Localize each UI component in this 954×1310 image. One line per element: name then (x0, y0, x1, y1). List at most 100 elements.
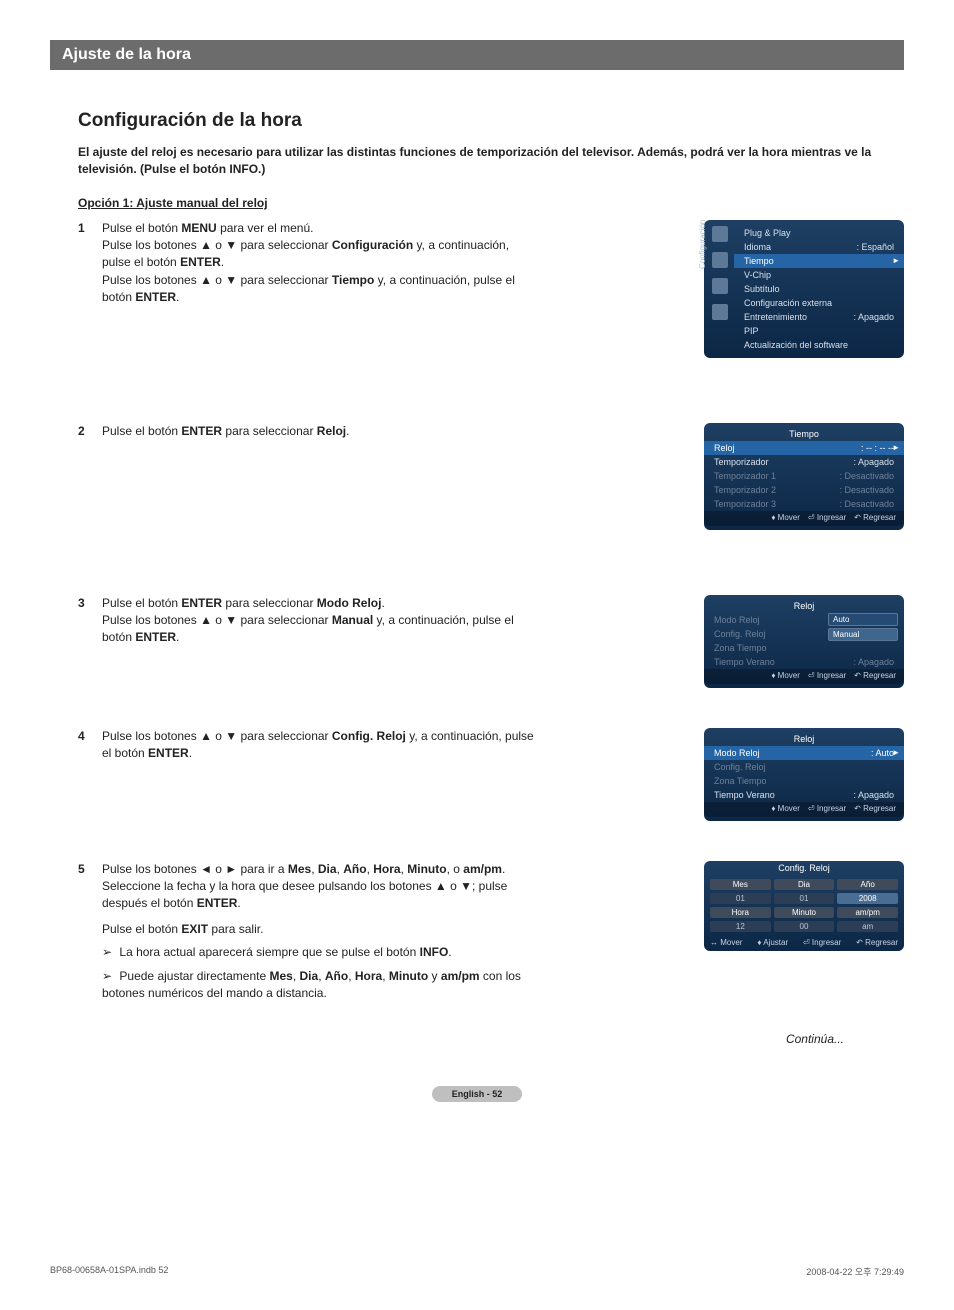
osd-menu-item: Entretenimiento: Apagado (734, 310, 904, 324)
osd-icon (712, 252, 728, 268)
osd-menu-item: PIP (734, 324, 904, 338)
t: Pulse el botón (102, 424, 181, 438)
osd-field-value: 01 (774, 893, 835, 904)
kw-menu: MENU (181, 221, 216, 235)
t: para seleccionar (222, 424, 317, 438)
step-3-number: 3 (78, 595, 102, 612)
t: para ver el menú. (217, 221, 314, 235)
t: , (348, 969, 355, 983)
continues-label: Continúa... (50, 1032, 844, 1046)
step-2-text: Pulse el botón ENTER para seleccionar Re… (102, 423, 538, 440)
t: . (502, 862, 505, 876)
kw-exit: EXIT (181, 922, 208, 936)
footer-filename: BP68-00658A-01SPA.indb 52 (50, 1265, 168, 1278)
osd-side-label: Configuración (698, 219, 707, 268)
kw-enter: ENTER (135, 290, 176, 304)
osd-footer-hint: ⏎ Ingresar (803, 938, 841, 947)
step-1-number: 1 (78, 220, 102, 237)
osd-menu-item: Temporizador 1: Desactivado (704, 469, 904, 483)
osd-configuracion-menu: Configuración Plug & PlayIdioma: Español… (704, 220, 904, 358)
osd-field-value: 01 (710, 893, 771, 904)
kw-field: Año (343, 862, 366, 876)
osd-field-label: Mes (710, 879, 771, 890)
osd-field-label: Hora (710, 907, 771, 918)
osd-tiempo-menu: Tiempo Reloj: -- : -- --Temporizador: Ap… (704, 423, 904, 530)
osd-icon (712, 278, 728, 294)
osd-footer-hint: ♦ Mover (771, 804, 800, 813)
step-2-number: 2 (78, 423, 102, 440)
osd-footer-hint: ♦ Mover (771, 513, 800, 522)
t: Seleccione la fecha y la hora que desee … (102, 879, 507, 910)
kw-field: am/pm (463, 862, 502, 876)
kw-manual: Manual (332, 613, 373, 627)
step-5-number: 5 (78, 861, 102, 878)
osd-menu-item: Plug & Play (734, 226, 904, 240)
step-2-row: 2 Pulse el botón ENTER para seleccionar … (78, 423, 904, 530)
t: , (382, 969, 389, 983)
osd-option-auto: Auto (828, 613, 898, 626)
step-3-text: Pulse el botón ENTER para seleccionar Mo… (102, 595, 538, 647)
t: Pulse el botón (102, 596, 181, 610)
kw-info: INFO (420, 945, 449, 959)
kw-field: Año (325, 969, 348, 983)
step-1-row: 1 Pulse el botón MENU para ver el menú. … (78, 220, 904, 358)
osd-field-label: Dia (774, 879, 835, 890)
t: . (346, 424, 349, 438)
osd-menu-item: Tiempo (734, 254, 904, 268)
osd-reloj-dropdown-menu: Reloj Auto Manual Modo RelojConfig. Relo… (704, 595, 904, 688)
osd-header: Reloj (704, 732, 904, 746)
step-1-text: Pulse el botón MENU para ver el menú. Pu… (102, 220, 538, 307)
t: Pulse los botones ◄ o ► para ir a (102, 862, 288, 876)
step-4-number: 4 (78, 728, 102, 745)
osd-menu-item: Zona Tiempo (704, 774, 904, 788)
t: . (221, 255, 224, 269)
osd-footer-hint: ↶ Regresar (854, 804, 896, 813)
step-3-row: 3 Pulse el botón ENTER para seleccionar … (78, 595, 904, 688)
t: para salir. (208, 922, 263, 936)
kw-enter: ENTER (135, 630, 176, 644)
osd-icon (712, 304, 728, 320)
kw-field: Minuto (389, 969, 428, 983)
t: Pulse los botones ▲ o ▼ para seleccionar (102, 729, 332, 743)
osd-menu-item: Temporizador 3: Desactivado (704, 497, 904, 511)
t: La hora actual aparecerá siempre que se … (119, 945, 419, 959)
osd-menu-item: Modo Reloj: Auto (704, 746, 904, 760)
kw-config-reloj: Config. Reloj (332, 729, 406, 743)
kw-enter: ENTER (197, 896, 238, 910)
intro-paragraph: El ajuste del reloj es necesario para ut… (78, 144, 898, 178)
section-title-bar: Ajuste de la hora (50, 40, 904, 70)
osd-footer-hint: ↶ Regresar (854, 671, 896, 680)
page-title: Configuración de la hora (78, 110, 904, 132)
t: Pulse los botones ▲ o ▼ para seleccionar (102, 238, 332, 252)
option1-heading: Opción 1: Ajuste manual del reloj (78, 196, 904, 210)
t: Pulse los botones ▲ o ▼ para seleccionar (102, 613, 332, 627)
step-5-text: Pulse los botones ◄ o ► para ir a Mes, D… (102, 861, 538, 939)
kw-enter: ENTER (181, 596, 222, 610)
osd-config-reloj-menu: Config. Reloj MesDiaAño01012008HoraMinut… (704, 861, 904, 951)
t: . (176, 290, 179, 304)
t: Pulse el botón (102, 221, 181, 235)
kw-field: Dia (300, 969, 319, 983)
kw-tiempo: Tiempo (332, 273, 374, 287)
osd-menu-item: Subtítulo (734, 282, 904, 296)
osd-menu-item: Tiempo Verano: Apagado (704, 788, 904, 802)
note-2: ➢ Puede ajustar directamente Mes, Dia, A… (102, 968, 538, 1003)
t: . (237, 896, 240, 910)
osd-field-label: Minuto (774, 907, 835, 918)
t: . (189, 746, 192, 760)
osd-header: Config. Reloj (704, 861, 904, 875)
kw-reloj: Reloj (317, 424, 346, 438)
kw-field: Minuto (407, 862, 446, 876)
t: y (428, 969, 441, 983)
t: , (318, 969, 325, 983)
step-4-row: 4 Pulse los botones ▲ o ▼ para seleccion… (78, 728, 904, 821)
osd-footer-hint: ↶ Regresar (854, 513, 896, 522)
osd-menu-item: Actualización del software (734, 338, 904, 352)
kw-field: Dia (318, 862, 337, 876)
osd-menu-item: V-Chip (734, 268, 904, 282)
step-5-row: 5 Pulse los botones ◄ o ► para ir a Mes,… (78, 861, 904, 1003)
osd-menu-item: Configuración externa (734, 296, 904, 310)
osd-field-value: 00 (774, 921, 835, 932)
t: , (311, 862, 318, 876)
osd-header: Tiempo (704, 427, 904, 441)
